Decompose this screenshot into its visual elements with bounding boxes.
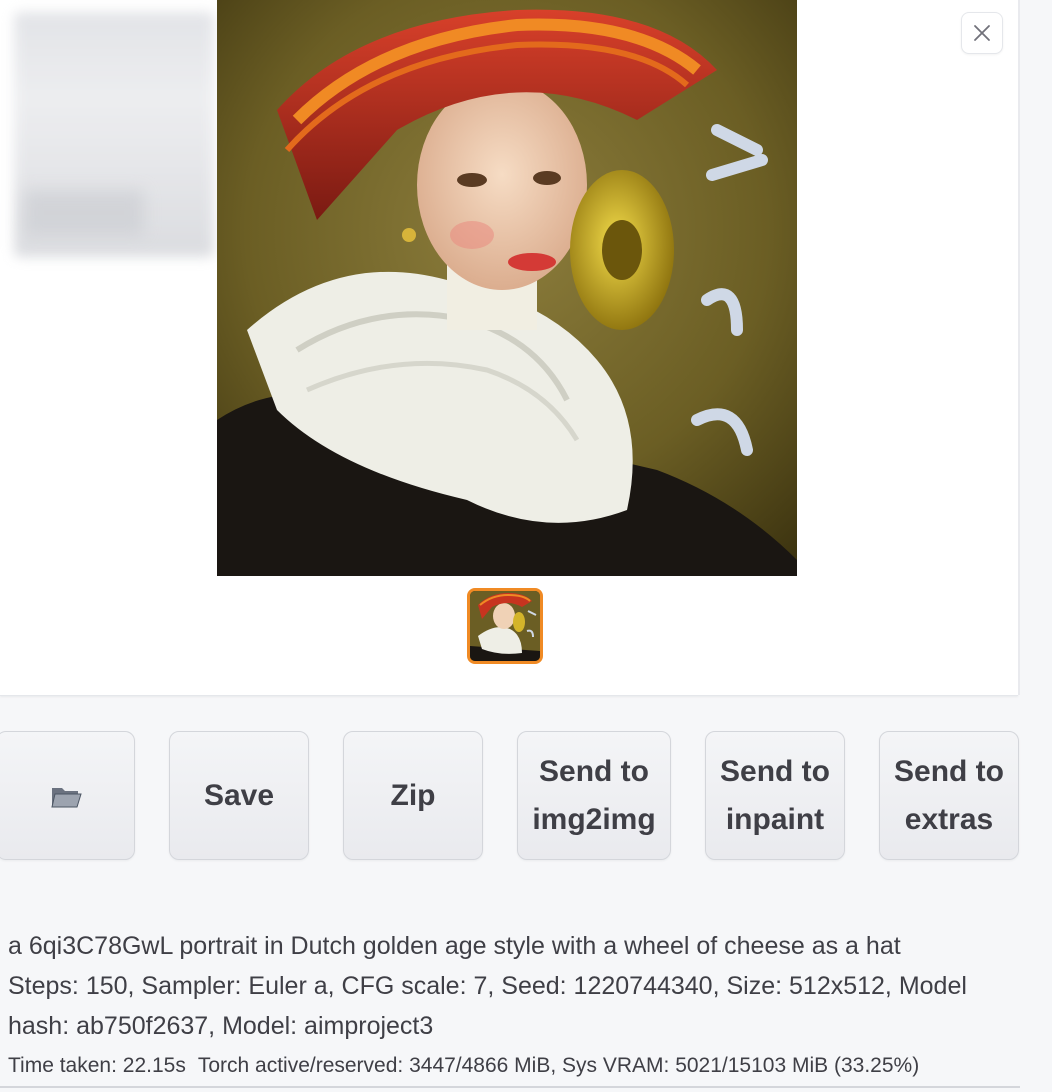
send-to-extras-label-line2: extras <box>904 802 994 836</box>
params-text-line2: hash: ab750f2637, Model: aimproject3 <box>8 1012 434 1040</box>
send-to-img2img-label-line2: img2img <box>532 802 656 836</box>
zip-button-label: Zip <box>390 778 436 812</box>
performance-stats: Time taken: 22.15s Torch active/reserved:… <box>8 1051 1038 1081</box>
folder-icon <box>50 787 82 807</box>
zip-button[interactable]: Zip <box>343 731 483 860</box>
blurred-preview-detail <box>24 190 144 235</box>
prompt-text: a 6qi3C78GwL portrait in Dutch golden ag… <box>8 932 901 960</box>
memory-usage: Torch active/reserved: 3447/4866 MiB, Sy… <box>197 1054 920 1077</box>
close-button[interactable] <box>961 12 1003 54</box>
params-text-line1: Steps: 150, Sampler: Euler a, CFG scale:… <box>8 972 967 1000</box>
send-to-img2img-button[interactable]: Send to img2img <box>517 731 671 860</box>
send-to-inpaint-label-line1: Send to <box>720 754 830 788</box>
save-button-label: Save <box>203 778 275 812</box>
gallery-panel-edge <box>1018 0 1020 695</box>
send-to-inpaint-label-line2: inpaint <box>725 802 825 836</box>
send-to-extras-label-line1: Send to <box>894 754 1004 788</box>
gallery-thumbnail-selected[interactable] <box>467 588 543 664</box>
send-to-extras-button[interactable]: Send to extras <box>879 731 1019 860</box>
gallery-panel <box>0 0 1018 696</box>
divider <box>0 1086 1020 1088</box>
save-button[interactable]: Save <box>169 731 309 860</box>
send-to-img2img-label-line1: Send to <box>539 754 649 788</box>
close-icon <box>974 25 990 41</box>
open-folder-button[interactable] <box>0 731 135 860</box>
thumbnail-image <box>470 591 540 661</box>
send-to-inpaint-button[interactable]: Send to inpaint <box>705 731 845 860</box>
portrait-painting-image <box>217 0 797 576</box>
time-taken: Time taken: 22.15s <box>8 1054 186 1077</box>
generation-info: a 6qi3C78GwL portrait in Dutch golden ag… <box>8 926 1008 1046</box>
main-image[interactable] <box>217 0 797 576</box>
